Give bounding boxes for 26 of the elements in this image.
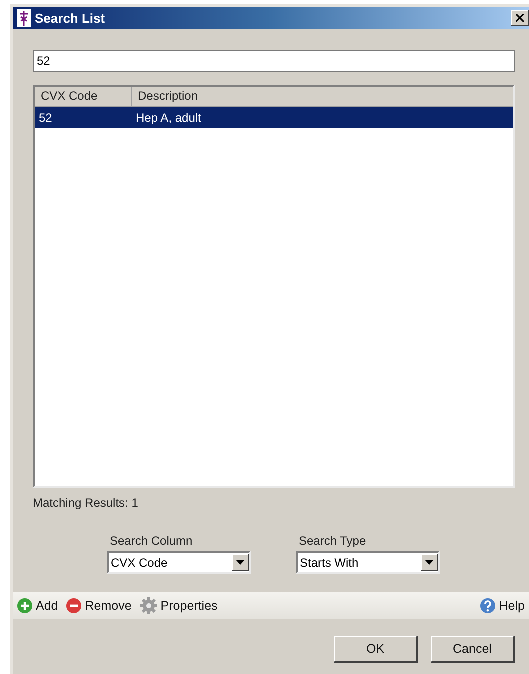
combo-label: Search Column — [110, 534, 194, 548]
dropdown[interactable]: Starts With — [296, 551, 440, 574]
toolbar-button[interactable]: Properties — [140, 596, 218, 614]
plus-icon — [17, 598, 33, 614]
toolbar-button[interactable]: Remove — [66, 598, 132, 614]
caret-icon — [236, 560, 245, 565]
close-icon — [516, 14, 524, 22]
table-cell-text: Hep A, adult — [135, 110, 202, 124]
close-button[interactable] — [511, 10, 529, 26]
toolbar-button[interactable]: Add — [17, 598, 58, 614]
dialog-button[interactable]: OK — [334, 636, 418, 663]
dropdown[interactable]: CVX Code — [107, 551, 251, 574]
caret-icon — [425, 560, 434, 565]
matching-results: Matching Results: 1 — [33, 496, 138, 510]
help-icon — [480, 598, 496, 614]
dialog-button[interactable]: Cancel — [431, 636, 515, 663]
window-title: Search List — [35, 10, 106, 26]
caduceus-icon — [17, 9, 31, 27]
table-cell-text: 52 — [38, 110, 54, 124]
search-field[interactable]: 52 — [33, 50, 515, 72]
help-button[interactable]: Help — [480, 598, 525, 614]
column-header[interactable]: Description — [132, 87, 513, 106]
table-row[interactable]: 52 Hep A, adult — [35, 107, 513, 128]
combo-label: Search Type — [299, 534, 368, 548]
minus-icon — [66, 598, 82, 614]
column-header[interactable]: CVX Code — [35, 87, 132, 106]
